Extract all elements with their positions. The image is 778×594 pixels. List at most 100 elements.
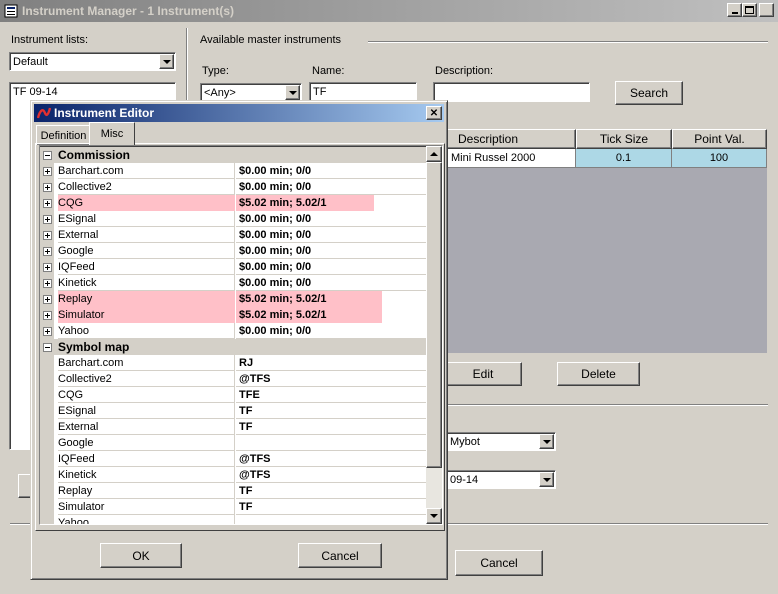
property-value[interactable] <box>236 435 428 451</box>
expand-icon[interactable] <box>43 183 52 192</box>
main-title-bar[interactable]: Instrument Manager - 1 Instrument(s) ✕ <box>0 0 778 22</box>
commission-row-replay[interactable]: Replay $5.02 min; 5.02/1 <box>40 291 428 307</box>
property-value[interactable]: $0.00 min; 0/0 <box>236 179 428 195</box>
symbol-row-collective2[interactable]: Collective2 @TFS <box>40 371 428 387</box>
property-value[interactable]: @TFS <box>236 451 428 467</box>
property-value[interactable]: $0.00 min; 0/0 <box>236 163 428 179</box>
symbol-row-external[interactable]: External TF <box>40 419 428 435</box>
symbol-row-google[interactable]: Google <box>40 435 428 451</box>
scroll-up-button[interactable] <box>426 146 442 162</box>
dialog-title-bar[interactable]: Instrument Editor ✕ <box>34 104 444 122</box>
property-value[interactable]: @TFS <box>236 371 428 387</box>
property-value[interactable]: TF <box>236 483 428 499</box>
property-grid-scrollbar[interactable] <box>426 146 442 524</box>
symbol-row-barchart[interactable]: Barchart.com RJ <box>40 355 428 371</box>
property-value[interactable]: RJ <box>236 355 428 371</box>
maximize-button[interactable] <box>742 3 757 17</box>
delete-button[interactable]: Delete <box>557 362 640 386</box>
property-value[interactable]: TF <box>236 499 428 515</box>
symbol-row-esignal[interactable]: ESignal TF <box>40 403 428 419</box>
instrument-editor-dialog[interactable]: Instrument Editor ✕ Definition Misc Comm… <box>30 100 448 580</box>
symbol-row-cqg[interactable]: CQG TFE <box>40 387 428 403</box>
property-value[interactable]: TFE <box>236 387 428 403</box>
commission-row-simulator[interactable]: Simulator $5.02 min; 5.02/1 <box>40 307 428 323</box>
column-header-tick-size[interactable]: Tick Size <box>576 129 672 149</box>
commission-row-barchart[interactable]: Barchart.com $0.00 min; 0/0 <box>40 163 428 179</box>
account-combo[interactable]: Mybot <box>446 432 556 451</box>
chevron-down-icon <box>162 59 171 64</box>
expand-icon[interactable] <box>43 327 52 336</box>
property-value[interactable]: TF <box>236 403 428 419</box>
instrument-list-dropdown-button[interactable] <box>159 54 174 69</box>
description-input[interactable] <box>433 82 590 102</box>
property-value[interactable]: $0.00 min; 0/0 <box>236 275 428 291</box>
close-icon: ✕ <box>429 107 439 119</box>
symbol-row-replay[interactable]: Replay TF <box>40 483 428 499</box>
commission-row-external[interactable]: External $0.00 min; 0/0 <box>40 227 428 243</box>
collapse-icon[interactable] <box>43 343 52 352</box>
expiry-dropdown-button[interactable] <box>539 472 554 487</box>
close-button[interactable]: ✕ <box>759 3 774 17</box>
category-symbol-map[interactable]: Symbol map <box>40 339 428 355</box>
expand-icon[interactable] <box>43 311 52 320</box>
property-value[interactable]: @TFS <box>236 467 428 483</box>
table-row-point-value[interactable]: 100 <box>672 149 767 168</box>
ok-button[interactable]: OK <box>100 543 182 568</box>
type-dropdown-button[interactable] <box>285 85 300 100</box>
expand-icon[interactable] <box>43 231 52 240</box>
name-input[interactable]: TF <box>309 82 417 102</box>
commission-row-collective2[interactable]: Collective2 $0.00 min; 0/0 <box>40 179 428 195</box>
expiry-combo[interactable]: 09-14 <box>446 470 556 489</box>
symbol-row-kinetick[interactable]: Kinetick @TFS <box>40 467 428 483</box>
tab-misc[interactable]: Misc <box>89 122 135 145</box>
property-value[interactable]: $0.00 min; 0/0 <box>236 227 428 243</box>
edit-button[interactable]: Edit <box>444 362 522 386</box>
commission-row-kinetick[interactable]: Kinetick $0.00 min; 0/0 <box>40 275 428 291</box>
property-value[interactable]: $5.02 min; 5.02/1 <box>236 307 382 323</box>
commission-row-yahoo[interactable]: Yahoo $0.00 min; 0/0 <box>40 323 428 339</box>
expand-icon[interactable] <box>43 199 52 208</box>
tab-definition[interactable]: Definition <box>36 125 91 145</box>
property-value[interactable]: TF <box>236 419 428 435</box>
property-value[interactable]: $0.00 min; 0/0 <box>236 243 428 259</box>
commission-row-esignal[interactable]: ESignal $0.00 min; 0/0 <box>40 211 428 227</box>
account-dropdown-button[interactable] <box>539 434 554 449</box>
expand-icon[interactable] <box>43 215 52 224</box>
symbol-row-yahoo[interactable]: Yahoo <box>40 515 428 524</box>
column-header-description[interactable]: Description <box>443 129 576 149</box>
list-item[interactable]: TF 09-14 <box>10 83 175 101</box>
property-value[interactable]: $0.00 min; 0/0 <box>236 323 428 339</box>
category-commission[interactable]: Commission <box>40 147 428 163</box>
dialog-cancel-button[interactable]: Cancel <box>298 543 382 568</box>
property-value[interactable]: $0.00 min; 0/0 <box>236 211 428 227</box>
property-value[interactable] <box>236 515 428 524</box>
master-group-label: Available master instruments <box>200 34 342 46</box>
search-button[interactable]: Search <box>615 81 683 105</box>
symbol-row-simulator[interactable]: Simulator TF <box>40 499 428 515</box>
expand-icon[interactable] <box>43 279 52 288</box>
property-value[interactable]: $5.02 min; 5.02/1 <box>236 291 382 307</box>
main-cancel-button[interactable]: Cancel <box>455 550 543 576</box>
collapse-icon[interactable] <box>43 151 52 160</box>
scroll-down-button[interactable] <box>426 508 442 524</box>
property-name: Simulator <box>58 307 235 323</box>
commission-row-google[interactable]: Google $0.00 min; 0/0 <box>40 243 428 259</box>
symbol-row-iqfeed[interactable]: IQFeed @TFS <box>40 451 428 467</box>
commission-row-iqfeed[interactable]: IQFeed $0.00 min; 0/0 <box>40 259 428 275</box>
expand-icon[interactable] <box>43 295 52 304</box>
expand-icon[interactable] <box>43 247 52 256</box>
property-value[interactable]: $0.00 min; 0/0 <box>236 259 428 275</box>
minimize-button[interactable] <box>727 3 742 17</box>
commission-row-cqg[interactable]: CQG $5.02 min; 5.02/1 <box>40 195 428 211</box>
expand-icon[interactable] <box>43 263 52 272</box>
column-header-point-value[interactable]: Point Val. <box>672 129 767 149</box>
table-row-tick-size[interactable]: 0.1 <box>576 149 672 168</box>
expand-icon[interactable] <box>43 167 52 176</box>
property-grid[interactable]: Commission Barchart.com $0.00 min; 0/0 C… <box>39 145 443 525</box>
scroll-thumb[interactable] <box>426 162 442 468</box>
master-instruments-grid[interactable]: Description Tick Size Point Val. Mini Ru… <box>443 129 767 353</box>
property-value[interactable]: $5.02 min; 5.02/1 <box>236 195 374 211</box>
dialog-close-button[interactable]: ✕ <box>426 106 442 120</box>
table-row-description[interactable]: Mini Russel 2000 <box>443 149 576 168</box>
instrument-list-combo[interactable]: Default <box>9 52 176 71</box>
